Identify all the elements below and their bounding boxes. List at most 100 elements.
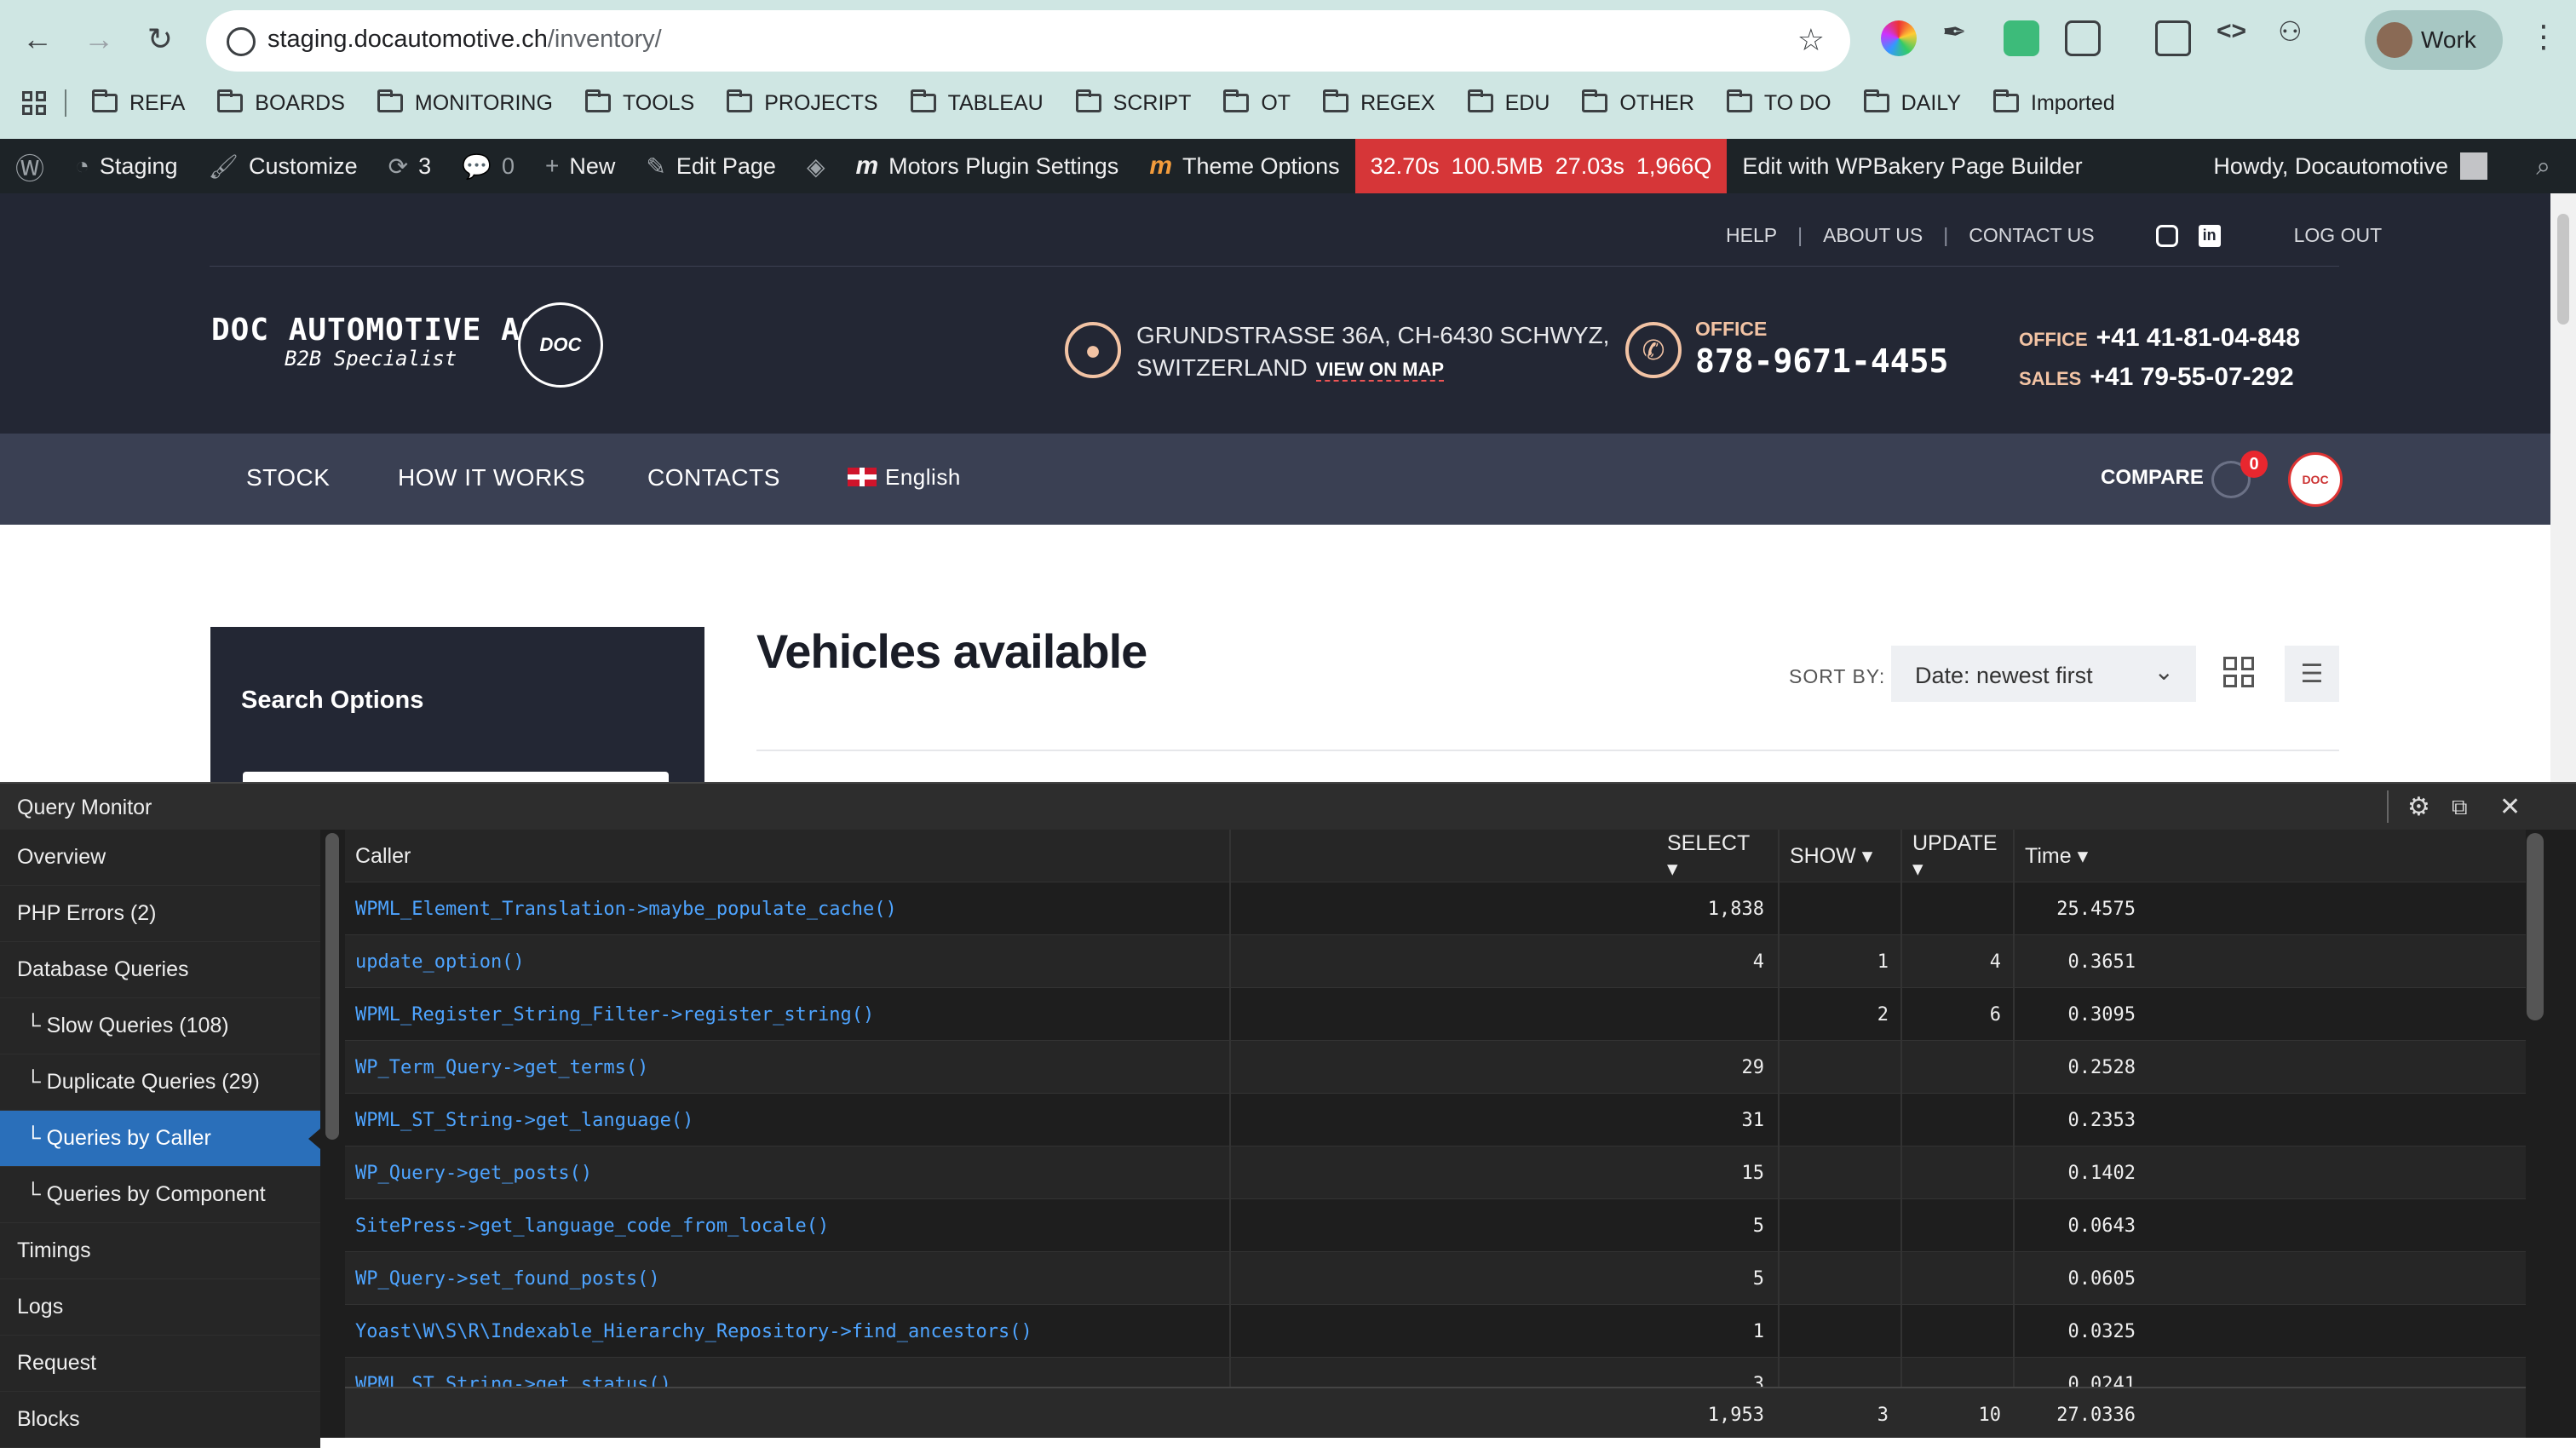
page-scrollbar[interactable] xyxy=(2550,193,2576,782)
bookmark-folder[interactable]: OTHER xyxy=(1582,89,1694,116)
green-extension-icon[interactable] xyxy=(2004,20,2039,56)
caller-link[interactable]: WPML_Register_String_Filter->register_st… xyxy=(355,988,874,1041)
linkedin-icon[interactable]: in xyxy=(2198,224,2221,247)
caller-link[interactable]: WPML_ST_String->get_language() xyxy=(355,1094,693,1146)
profile-button[interactable]: Work xyxy=(2365,10,2503,70)
caller-link[interactable]: WP_Query->get_posts() xyxy=(355,1146,592,1199)
view-on-map-link[interactable]: VIEW ON MAP xyxy=(1315,359,1445,382)
search-icon[interactable]: ⌕ xyxy=(2536,152,2550,181)
phone-office-number[interactable]: +41 41-81-04-848 xyxy=(2096,324,2300,352)
bookmark-folder[interactable]: TO DO xyxy=(1726,89,1831,116)
caller-link[interactable]: update_option() xyxy=(355,935,525,988)
menu-kebab-icon[interactable]: ⋮ xyxy=(2528,19,2559,55)
bookmark-folder[interactable]: MONITORING xyxy=(377,89,553,116)
phone-sales-number[interactable]: +41 79-55-07-292 xyxy=(2090,363,2293,391)
bookmark-folder[interactable]: PROJECTS xyxy=(727,89,878,116)
bookmark-folder[interactable]: REGEX xyxy=(1323,89,1435,116)
qm-nav-item[interactable]: └ Slow Queries (108) xyxy=(0,998,320,1054)
bookmark-folder[interactable]: EDU xyxy=(1467,89,1550,116)
qm-close-icon[interactable]: ✕ xyxy=(2499,792,2521,822)
update-count xyxy=(1902,1094,2011,1146)
logo-badge[interactable]: DOC xyxy=(518,302,603,388)
instagram-icon[interactable] xyxy=(2155,224,2178,247)
bookmark-folder[interactable]: TABLEAU xyxy=(910,89,1044,116)
caller-link[interactable]: Yoast\W\S\R\Indexable_Hierarchy_Reposito… xyxy=(355,1305,1032,1358)
adminbar-comments[interactable]: 💬 0 xyxy=(446,139,530,193)
compare-link[interactable]: COMPARE xyxy=(2101,466,2204,490)
total-show: 3 xyxy=(1877,1404,1889,1426)
reload-icon[interactable]: ↻ xyxy=(140,19,181,60)
bookmark-star-icon[interactable]: ☆ xyxy=(1797,22,1825,58)
caller-link[interactable]: WP_Term_Query->get_terms() xyxy=(355,1041,648,1094)
list-view-icon[interactable]: ☰ xyxy=(2285,646,2339,702)
wordpress-logo-icon[interactable]: Ⓦ xyxy=(0,139,60,193)
nav-contacts[interactable]: CONTACTS xyxy=(647,464,780,491)
bookmark-folder[interactable]: Imported xyxy=(1993,89,2115,116)
address-bar[interactable]: staging.docautomotive.ch/inventory/ ☆ xyxy=(206,10,1850,72)
caller-link[interactable]: WPML_Element_Translation->maybe_populate… xyxy=(355,882,897,935)
pen-extension-icon[interactable]: ✒ xyxy=(1942,15,1978,51)
logo-title[interactable]: DOC AUTOMOTIVE AG xyxy=(211,313,539,348)
qm-nav-item[interactable]: PHP Errors (2) xyxy=(0,886,320,942)
qm-nav-item[interactable]: Database Queries xyxy=(0,942,320,998)
bookmark-folder[interactable]: TOOLS xyxy=(584,89,694,116)
qm-settings-gear-icon[interactable]: ⚙ xyxy=(2407,792,2430,822)
qm-popout-icon[interactable]: ⧉ xyxy=(2452,794,2468,821)
qm-table-scrollbar[interactable] xyxy=(2527,833,2544,1020)
page-scrollbar-thumb[interactable] xyxy=(2557,214,2569,325)
language-switcher[interactable]: English xyxy=(848,464,961,491)
site-info-icon[interactable] xyxy=(227,27,256,56)
column-time[interactable]: Time ▾ xyxy=(2015,830,2125,882)
caller-link[interactable]: SitePress->get_language_code_from_locale… xyxy=(355,1199,829,1252)
logout-link[interactable]: LOG OUT xyxy=(2294,224,2383,247)
search-options-field[interactable] xyxy=(243,772,669,782)
back-icon[interactable]: ← xyxy=(17,19,58,60)
adminbar-updates[interactable]: ⟳ 3 xyxy=(373,139,447,193)
qm-nav-item[interactable]: Request xyxy=(0,1336,320,1392)
apps-grid-icon[interactable] xyxy=(22,91,46,115)
nav-stock[interactable]: STOCK xyxy=(246,464,330,491)
adminbar-edit-page[interactable]: ✎ Edit Page xyxy=(630,139,791,193)
query-monitor-stats[interactable]: 32.70s 100.5MB 27.03s 1,966Q xyxy=(1354,139,1728,193)
column-select[interactable]: SELECT ▾ xyxy=(1657,830,1776,882)
adminbar-motors[interactable]: m Motors Plugin Settings xyxy=(840,139,1134,193)
office-number[interactable]: 878-9671-4455 xyxy=(1695,342,1948,380)
qm-nav-item[interactable]: Timings xyxy=(0,1223,320,1279)
adminbar-theme-options[interactable]: m Theme Options xyxy=(1134,139,1354,193)
bookmark-folder[interactable]: BOARDS xyxy=(217,89,345,116)
caller-link[interactable]: WP_Query->set_found_posts() xyxy=(355,1252,660,1305)
code-icon[interactable]: <> xyxy=(2217,17,2252,53)
help-link[interactable]: HELP xyxy=(1726,224,1777,247)
qm-nav-item[interactable]: └ Queries by Component xyxy=(0,1167,320,1223)
color-picker-extension-icon[interactable] xyxy=(1881,20,1917,56)
bookmark-folder[interactable]: SCRIPT xyxy=(1075,89,1191,116)
qm-nav-item[interactable]: └ Duplicate Queries (29) xyxy=(0,1054,320,1111)
nav-how-it-works[interactable]: HOW IT WORKS xyxy=(398,464,585,491)
adminbar-customize[interactable]: 🖌 Customize xyxy=(193,139,373,193)
column-show[interactable]: SHOW ▾ xyxy=(1780,830,1899,882)
bookmark-folder[interactable]: OT xyxy=(1223,89,1291,116)
forward-icon[interactable]: → xyxy=(78,19,119,60)
url-text[interactable]: staging.docautomotive.ch/inventory/ xyxy=(267,26,662,54)
adminbar-account[interactable]: Howdy, Docautomotive xyxy=(2213,139,2487,193)
grid-view-icon[interactable] xyxy=(2223,657,2254,687)
bookmark-folder[interactable]: REFA xyxy=(92,89,185,116)
contact-us-link[interactable]: CONTACT US xyxy=(1969,224,2094,247)
about-us-link[interactable]: ABOUT US xyxy=(1823,224,1923,247)
adminbar-wpbakery[interactable]: Edit with WPBakery Page Builder xyxy=(1727,139,2097,193)
bookmark-folder[interactable]: DAILY xyxy=(1863,89,1961,116)
column-update[interactable]: UPDATE ▾ xyxy=(1902,830,2011,882)
nav-logo-badge[interactable]: DOC xyxy=(2288,452,2343,507)
qm-nav-item[interactable]: Blocks xyxy=(0,1392,320,1448)
qm-sidebar-scrollbar[interactable] xyxy=(325,833,339,1140)
qm-nav-item[interactable]: Overview xyxy=(0,830,320,886)
qm-nav-item[interactable]: └ Queries by Caller xyxy=(0,1111,320,1167)
screenshot-icon[interactable] xyxy=(2155,20,2191,56)
incognito-icon[interactable]: ⚇ xyxy=(2278,15,2314,51)
diamond-icon[interactable]: ◈ xyxy=(791,139,841,193)
qm-nav-item[interactable]: Logs xyxy=(0,1279,320,1336)
adminbar-new[interactable]: + New xyxy=(530,139,630,193)
extensions-puzzle-icon[interactable] xyxy=(2065,20,2101,56)
adminbar-site[interactable]: ◔ Staging xyxy=(60,139,193,193)
sort-select[interactable]: Date: newest first ⌄ xyxy=(1891,646,2196,702)
